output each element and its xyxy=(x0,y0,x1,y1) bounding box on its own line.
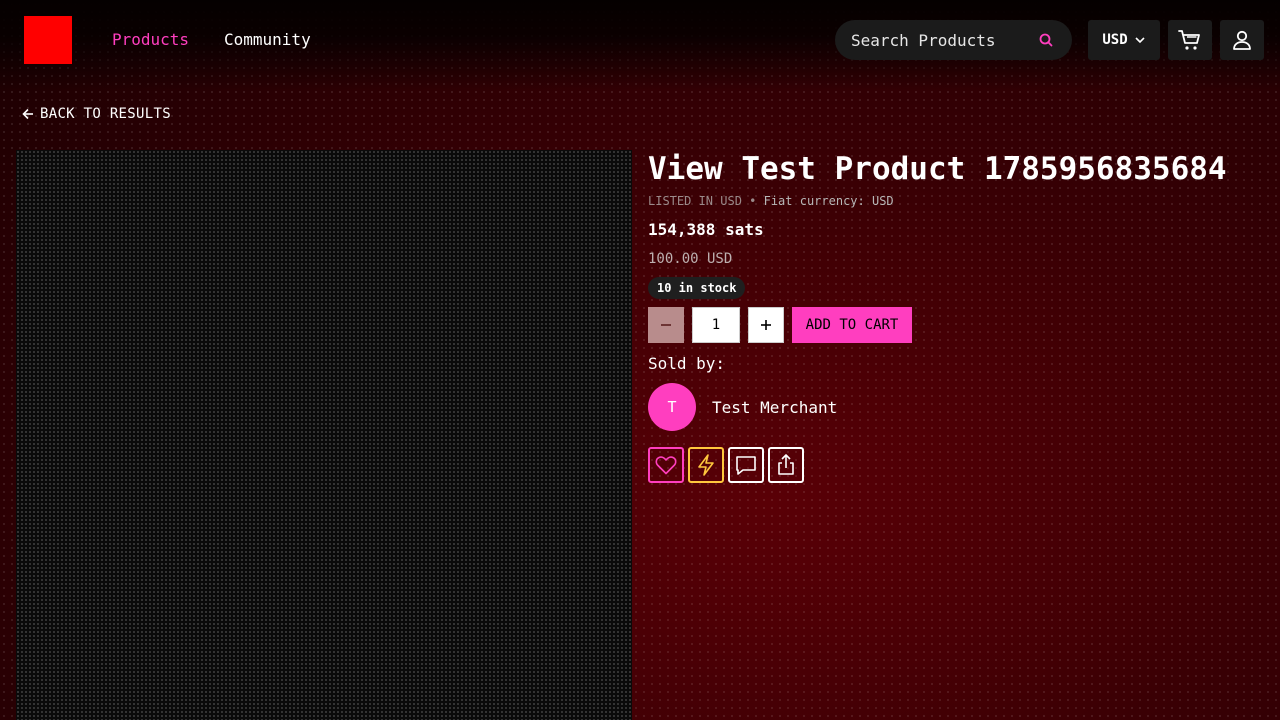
currency-selector[interactable]: USD xyxy=(1088,20,1160,60)
nav-products[interactable]: Products xyxy=(112,30,189,50)
lightning-icon xyxy=(698,454,714,476)
separator-dot: • xyxy=(749,194,764,208)
fiat-currency-label: Fiat currency: USD xyxy=(763,194,894,208)
add-to-cart-button[interactable]: ADD TO CART xyxy=(792,307,912,343)
product-title: View Test Product 1785956835684 xyxy=(648,151,1227,187)
price-fiat: 100.00 USD xyxy=(648,251,733,267)
quantity-input[interactable] xyxy=(692,307,740,343)
message-button[interactable] xyxy=(728,447,764,483)
price-sats: 154,388 sats xyxy=(648,220,764,239)
search-bar xyxy=(835,20,1072,60)
search-icon[interactable] xyxy=(1038,32,1054,48)
back-to-results-link[interactable]: BACK TO RESULTS xyxy=(22,106,171,122)
heart-icon xyxy=(655,456,677,475)
cart-icon xyxy=(1178,30,1200,50)
user-icon xyxy=(1233,30,1251,50)
share-icon xyxy=(778,454,794,475)
back-link-label: BACK TO RESULTS xyxy=(40,106,171,122)
account-button[interactable] xyxy=(1220,20,1264,60)
merchant-name[interactable]: Test Merchant xyxy=(712,398,837,417)
chat-icon xyxy=(736,456,756,475)
logo[interactable] xyxy=(24,16,72,64)
share-button[interactable] xyxy=(768,447,804,483)
minus-icon xyxy=(661,324,671,326)
zap-button[interactable] xyxy=(688,447,724,483)
merchant-avatar[interactable]: T xyxy=(648,383,696,431)
product-image[interactable] xyxy=(16,150,632,720)
nav-community[interactable]: Community xyxy=(224,30,311,50)
search-input[interactable] xyxy=(851,30,1031,50)
arrow-left-icon xyxy=(22,108,33,120)
increase-quantity-button[interactable] xyxy=(748,307,784,343)
plus-icon xyxy=(761,320,771,330)
listing-info: LISTED IN USD • Fiat currency: USD xyxy=(648,194,894,208)
sold-by-label: Sold by: xyxy=(648,354,726,373)
currency-label: USD xyxy=(1102,32,1128,48)
favorite-button[interactable] xyxy=(648,447,684,483)
listed-in-label: LISTED IN USD xyxy=(648,194,742,208)
decrease-quantity-button[interactable] xyxy=(648,307,684,343)
cart-button[interactable] xyxy=(1168,20,1212,60)
chevron-down-icon xyxy=(1135,37,1145,44)
stock-badge: 10 in stock xyxy=(648,277,746,299)
